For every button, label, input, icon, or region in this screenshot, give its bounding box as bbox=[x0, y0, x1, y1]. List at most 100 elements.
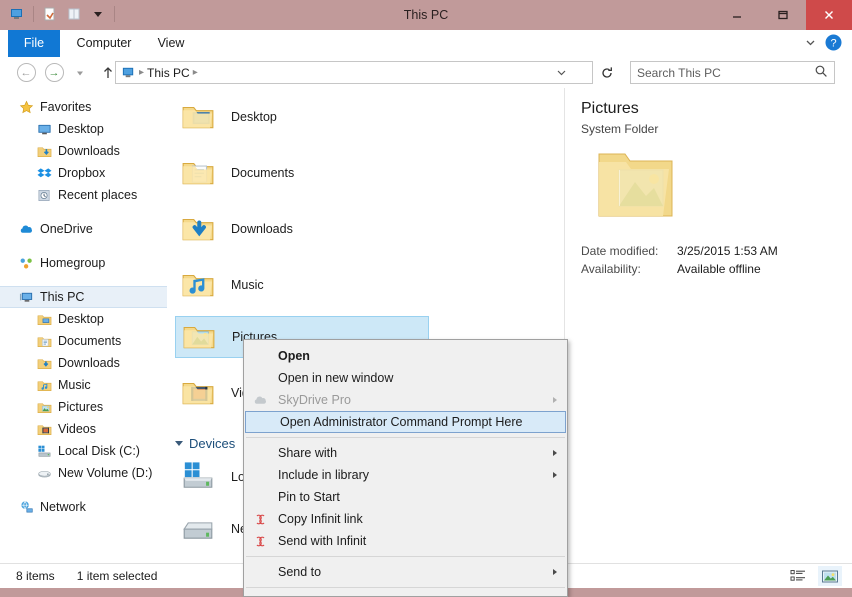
close-icon[interactable] bbox=[806, 0, 852, 30]
downloads-folder-icon bbox=[36, 355, 52, 371]
sidebar-item-local-disk-c[interactable]: Local Disk (C:) bbox=[0, 440, 167, 462]
sidebar-group-favorites[interactable]: Favorites bbox=[0, 96, 167, 118]
context-menu-item-share-with[interactable]: Share with bbox=[244, 442, 567, 464]
details-pane: Pictures System Folder Date modified: 3/… bbox=[564, 88, 852, 563]
sidebar-group-label: OneDrive bbox=[40, 222, 93, 236]
breadcrumb-separator-end[interactable]: ▸ bbox=[193, 67, 198, 78]
submenu-arrow-icon bbox=[553, 450, 557, 456]
search-input[interactable]: Search This PC bbox=[630, 61, 835, 84]
file-item-label: Desktop bbox=[231, 110, 277, 124]
cloud-icon bbox=[252, 392, 268, 408]
details-field-value: 3/25/2015 1:53 AM bbox=[677, 242, 778, 260]
help-icon[interactable]: ? bbox=[825, 34, 842, 54]
collapse-triangle-icon[interactable] bbox=[175, 441, 183, 446]
context-menu-item-include-in-library[interactable]: Include in library bbox=[244, 464, 567, 486]
desktop-folder-icon bbox=[179, 99, 217, 136]
details-title: Pictures bbox=[581, 100, 836, 118]
context-menu-item-label: Send to bbox=[278, 565, 321, 579]
context-menu-item-open-in-new-window[interactable]: Open in new window bbox=[244, 367, 567, 389]
sidebar-item-desktop[interactable]: Desktop bbox=[0, 118, 167, 140]
context-menu[interactable]: Open Open in new window SkyDrive Pro Ope… bbox=[243, 339, 568, 597]
downloads-icon bbox=[36, 143, 52, 159]
sidebar-item-dropbox[interactable]: Dropbox bbox=[0, 162, 167, 184]
search-placeholder: Search This PC bbox=[637, 66, 814, 80]
context-menu-item-label: Open Administrator Command Prompt Here bbox=[280, 415, 522, 429]
file-item-downloads[interactable]: Downloads bbox=[175, 208, 429, 250]
sidebar-group-homegroup[interactable]: Homegroup bbox=[0, 252, 167, 274]
network-icon bbox=[18, 499, 34, 515]
sidebar-item-this-pc[interactable]: This PC bbox=[0, 286, 167, 308]
local-disk-icon bbox=[36, 443, 52, 459]
sidebar-item-pictures[interactable]: Pictures bbox=[0, 396, 167, 418]
ribbon-right-controls: ? bbox=[804, 30, 848, 57]
homegroup-icon bbox=[18, 255, 34, 271]
this-pc-icon bbox=[120, 65, 136, 81]
sidebar-item-music[interactable]: Music bbox=[0, 374, 167, 396]
tab-computer[interactable]: Computer bbox=[66, 30, 142, 57]
volume-icon bbox=[36, 465, 52, 481]
desktop-icon bbox=[36, 121, 52, 137]
sidebar-group-onedrive[interactable]: OneDrive bbox=[0, 218, 167, 240]
context-menu-item-open-admin-command-prompt[interactable]: Open Administrator Command Prompt Here bbox=[245, 411, 566, 433]
chevron-down-icon[interactable] bbox=[804, 36, 817, 52]
context-menu-item-open[interactable]: Open bbox=[244, 345, 567, 367]
sidebar-item-label: Pictures bbox=[58, 400, 103, 414]
recent-dropdown-icon[interactable] bbox=[68, 61, 92, 85]
sidebar-group-label: Homegroup bbox=[40, 256, 105, 270]
file-item-documents[interactable]: Documents bbox=[175, 152, 429, 194]
pictures-folder-icon bbox=[36, 399, 52, 415]
sidebar-item-label: Music bbox=[58, 378, 91, 392]
context-menu-item-label: Copy Infinit link bbox=[278, 512, 363, 526]
music-folder-icon bbox=[179, 267, 217, 304]
tab-file[interactable]: File bbox=[8, 30, 60, 57]
context-menu-item-copy[interactable]: Copy bbox=[244, 592, 567, 597]
sidebar-group-network[interactable]: Network bbox=[0, 496, 167, 518]
tab-view[interactable]: View bbox=[146, 30, 196, 57]
search-icon[interactable] bbox=[814, 64, 828, 81]
details-field-date-modified: Date modified: 3/25/2015 1:53 AM bbox=[581, 242, 836, 260]
context-menu-item-label: Open bbox=[278, 349, 310, 363]
context-menu-item-send-to[interactable]: Send to bbox=[244, 561, 567, 583]
status-selection: 1 item selected bbox=[77, 569, 158, 583]
file-group-devices[interactable]: Devices bbox=[175, 433, 235, 453]
file-item-music[interactable]: Music bbox=[175, 264, 429, 306]
sidebar-item-videos[interactable]: Videos bbox=[0, 418, 167, 440]
details-view-icon[interactable] bbox=[786, 566, 810, 586]
pictures-folder-icon bbox=[180, 319, 218, 356]
submenu-arrow-icon bbox=[553, 569, 557, 575]
sidebar-item-desktop-pc[interactable]: Desktop bbox=[0, 308, 167, 330]
refresh-icon[interactable] bbox=[596, 61, 618, 84]
maximize-icon[interactable] bbox=[760, 0, 806, 30]
desktop-folder-icon bbox=[36, 311, 52, 327]
documents-folder-icon bbox=[179, 155, 217, 192]
sidebar-item-label: Documents bbox=[58, 334, 121, 348]
file-item-label: Music bbox=[231, 278, 264, 292]
forward-arrow-icon[interactable]: → bbox=[42, 61, 66, 85]
context-menu-item-pin-to-start[interactable]: Pin to Start bbox=[244, 486, 567, 508]
sidebar-item-new-volume-d[interactable]: New Volume (D:) bbox=[0, 462, 167, 484]
sidebar-item-downloads[interactable]: Downloads bbox=[0, 140, 167, 162]
sidebar-item-recent-places[interactable]: Recent places bbox=[0, 184, 167, 206]
address-input[interactable]: ▸ This PC ▸ bbox=[115, 61, 593, 84]
breadcrumb-this-pc[interactable]: This PC bbox=[147, 66, 190, 80]
recent-places-icon bbox=[36, 187, 52, 203]
file-item-desktop[interactable]: Desktop bbox=[175, 96, 429, 138]
sidebar-item-label: Downloads bbox=[58, 144, 120, 158]
context-menu-item-label: Include in library bbox=[278, 468, 369, 482]
sidebar-item-label: This PC bbox=[40, 290, 84, 304]
context-menu-item-send-with-infinit[interactable]: Send with Infinit bbox=[244, 530, 567, 552]
nav-spacer-2 bbox=[0, 240, 167, 252]
details-field-label: Availability: bbox=[581, 260, 677, 278]
status-item-count: 8 items bbox=[16, 569, 55, 583]
sidebar-item-label: Local Disk (C:) bbox=[58, 444, 140, 458]
context-menu-item-copy-infinit-link[interactable]: Copy Infinit link bbox=[244, 508, 567, 530]
navigation-pane[interactable]: Favorites Desktop Downloads Dropbox bbox=[0, 88, 167, 563]
infinit-icon bbox=[252, 511, 268, 527]
sidebar-item-downloads-pc[interactable]: Downloads bbox=[0, 352, 167, 374]
sidebar-item-documents[interactable]: Documents bbox=[0, 330, 167, 352]
nav-spacer-4 bbox=[0, 484, 167, 496]
back-arrow-icon[interactable]: ← bbox=[14, 61, 38, 85]
chevron-down-icon[interactable] bbox=[552, 62, 570, 83]
large-icons-view-icon[interactable] bbox=[818, 566, 842, 586]
minimize-icon[interactable] bbox=[714, 0, 760, 30]
